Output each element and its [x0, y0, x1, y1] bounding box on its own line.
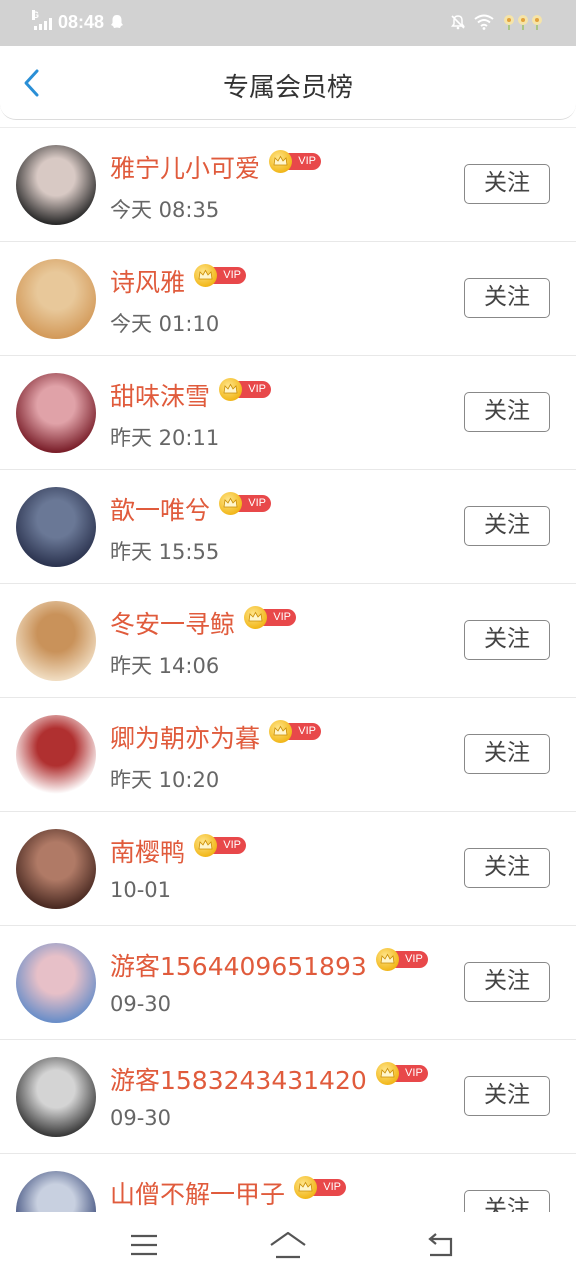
member-name-line: 山僧不解一甲子 VIP	[110, 1175, 347, 1211]
member-name[interactable]: 歆一唯兮	[110, 491, 210, 527]
avatar[interactable]	[16, 373, 96, 453]
member-time: 今天 01:10	[110, 312, 220, 336]
member-name-line: 诗风雅 VIP	[110, 263, 247, 299]
menu-icon[interactable]	[128, 1230, 160, 1264]
signal-icon: G	[32, 10, 52, 30]
crown-icon	[375, 948, 399, 971]
follow-button[interactable]: 关注	[464, 506, 550, 546]
follow-button[interactable]: 关注	[464, 962, 550, 1002]
member-row[interactable]: 山僧不解一甲子 VIP 关注	[0, 1154, 576, 1213]
member-name[interactable]: 诗风雅	[110, 263, 185, 299]
crown-icon	[294, 1176, 318, 1199]
avatar[interactable]	[16, 259, 96, 339]
member-name[interactable]: 山僧不解一甲子	[110, 1175, 285, 1211]
avatar[interactable]	[16, 145, 96, 225]
follow-button[interactable]: 关注	[464, 392, 550, 432]
page-title: 专属会员榜	[222, 73, 353, 103]
member-row[interactable]: 冬安一寻鲸 VIP 昨天 14:06 关注	[0, 584, 576, 698]
follow-button[interactable]: 关注	[464, 1190, 550, 1213]
vip-badge: VIP	[294, 1176, 347, 1199]
member-name-line: 甜味沫雪 VIP	[110, 377, 272, 413]
member-name-line: 游客1583243431420 VIP	[110, 1062, 428, 1096]
follow-button[interactable]: 关注	[464, 848, 550, 888]
member-time: 昨天 10:20	[110, 768, 220, 792]
title-bar: 专属会员榜	[0, 46, 576, 120]
member-name[interactable]: 甜味沫雪	[110, 377, 210, 413]
member-row[interactable]: 卿为朝亦为暮 VIP 昨天 10:20 关注	[0, 698, 576, 812]
navigation-bar	[0, 1212, 576, 1280]
member-row[interactable]: 游客1583243431420 VIP 09-30 关注	[0, 1040, 576, 1154]
crown-icon	[269, 720, 293, 743]
vip-badge: VIP	[194, 264, 247, 287]
avatar[interactable]	[16, 829, 96, 909]
member-row[interactable]: 游客1564409651893 VIP 09-30 关注	[0, 926, 576, 1040]
member-name[interactable]: 游客1583243431420	[110, 1061, 367, 1097]
member-list[interactable]: 雅宁儿小可爱 VIP 今天 08:35 关注 诗风雅 VIP 今天 01:10 关注 甜味沫雪 V…	[0, 127, 576, 1213]
crown-icon	[244, 606, 268, 629]
member-time: 09-30	[110, 992, 172, 1016]
avatar[interactable]	[16, 715, 96, 795]
member-name[interactable]: 游客1564409651893	[110, 947, 367, 983]
member-time: 今天 08:35	[110, 198, 220, 222]
member-name[interactable]: 雅宁儿小可爱	[110, 149, 260, 185]
avatar[interactable]	[16, 1171, 96, 1213]
member-time: 昨天 14:06	[110, 654, 220, 678]
member-name-line: 冬安一寻鲸 VIP	[110, 605, 297, 641]
follow-button[interactable]: 关注	[464, 1076, 550, 1116]
avatar[interactable]	[16, 601, 96, 681]
member-row[interactable]: 诗风雅 VIP 今天 01:10 关注	[0, 242, 576, 356]
follow-button[interactable]: 关注	[464, 278, 550, 318]
vip-badge: VIP	[219, 492, 272, 515]
avatar[interactable]	[16, 1057, 96, 1137]
member-row[interactable]: 雅宁儿小可爱 VIP 今天 08:35 关注	[0, 128, 576, 242]
vip-badge: VIP	[269, 720, 322, 743]
avatar[interactable]	[16, 487, 96, 567]
member-name-line: 歆一唯兮 VIP	[110, 491, 272, 527]
member-time: 10-01	[110, 878, 172, 902]
member-row[interactable]: 歆一唯兮 VIP 昨天 15:55 关注	[0, 470, 576, 584]
vip-badge: VIP	[244, 606, 297, 629]
crown-icon	[194, 264, 218, 287]
vip-badge: VIP	[269, 150, 322, 173]
member-row[interactable]: 南樱鸭 VIP 10-01 关注	[0, 812, 576, 926]
member-name-line: 南樱鸭 VIP	[110, 833, 247, 869]
back-icon[interactable]	[424, 1230, 456, 1264]
avatar[interactable]	[16, 943, 96, 1023]
follow-button[interactable]: 关注	[464, 164, 550, 204]
crown-icon	[269, 150, 293, 173]
status-time: 08:48	[58, 11, 105, 32]
status-bar-right	[450, 10, 544, 34]
member-time: 昨天 15:55	[110, 540, 220, 564]
network-type: G	[32, 10, 40, 20]
home-icon[interactable]	[268, 1230, 308, 1264]
crown-icon	[375, 1062, 399, 1085]
member-row[interactable]: 甜味沫雪 VIP 昨天 20:11 关注	[0, 356, 576, 470]
member-name[interactable]: 冬安一寻鲸	[110, 605, 235, 641]
vip-badge: VIP	[194, 834, 247, 857]
status-bar-left: G 08:48	[32, 10, 124, 34]
status-bar: G 08:48	[0, 0, 576, 46]
member-name[interactable]: 卿为朝亦为暮	[110, 719, 260, 755]
mute-bell-icon	[451, 15, 465, 30]
vip-badge: VIP	[375, 1062, 428, 1085]
follow-button[interactable]: 关注	[464, 620, 550, 660]
crown-icon	[194, 834, 218, 857]
vip-badge: VIP	[219, 378, 272, 401]
wifi-icon	[474, 14, 494, 30]
member-time: 昨天 20:11	[110, 426, 220, 450]
snapchat-ghost-icon	[111, 15, 124, 28]
crown-icon	[219, 492, 243, 515]
member-name-line: 雅宁儿小可爱 VIP	[110, 149, 322, 185]
member-name-line: 卿为朝亦为暮 VIP	[110, 719, 322, 755]
vip-badge: VIP	[375, 948, 428, 971]
member-time: 09-30	[110, 1106, 172, 1130]
member-name[interactable]: 南樱鸭	[110, 833, 185, 869]
crown-icon	[219, 378, 243, 401]
flower-icon	[504, 15, 542, 30]
member-name-line: 游客1564409651893 VIP	[110, 948, 428, 982]
follow-button[interactable]: 关注	[464, 734, 550, 774]
